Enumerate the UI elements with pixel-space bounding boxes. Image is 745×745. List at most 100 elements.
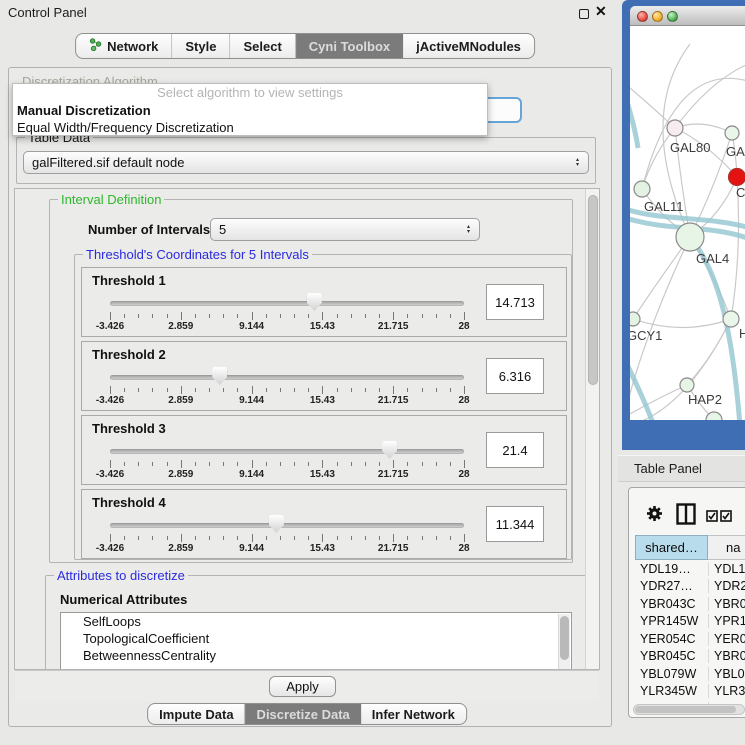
- table-data-combobox[interactable]: galFiltered.sif default node ▴▾: [23, 151, 589, 174]
- network-edge[interactable]: [633, 237, 690, 319]
- tab-cyni-toolbox[interactable]: Cyni Toolbox: [295, 34, 403, 58]
- panel-scrollbar-thumb[interactable]: [588, 195, 598, 385]
- cell-name[interactable]: YDR2: [708, 579, 745, 593]
- slider-handle[interactable]: [307, 293, 322, 311]
- network-edge-thick[interactable]: [630, 98, 638, 148]
- select-columns-a-icon[interactable]: [706, 509, 718, 527]
- minimize-traffic-light-icon[interactable]: [652, 11, 663, 22]
- table-row[interactable]: YPR145WYPR1: [635, 613, 745, 631]
- threshold-value-field[interactable]: 6.316: [486, 358, 544, 394]
- attribute-item-betweennesscentrality[interactable]: BetweennessCentrality: [61, 647, 571, 664]
- network-edge-thick[interactable]: [630, 358, 654, 420]
- tick-label: 28: [458, 321, 469, 332]
- network-node-GAL4[interactable]: [676, 223, 704, 251]
- network-node-red-node[interactable]: [729, 169, 745, 186]
- apply-button[interactable]: Apply: [269, 676, 336, 697]
- column-header-name[interactable]: na: [708, 535, 745, 560]
- table-row[interactable]: YDR27…YDR2: [635, 578, 745, 596]
- cell-name[interactable]: YBL0: [708, 667, 745, 681]
- slider-handle[interactable]: [212, 367, 227, 385]
- tab-label: Infer Network: [372, 707, 455, 722]
- slider-handle[interactable]: [382, 441, 397, 459]
- cell-shared-name[interactable]: YPR145W: [635, 614, 708, 628]
- table-row[interactable]: YER054CYER0: [635, 630, 745, 648]
- tab-style[interactable]: Style: [171, 34, 229, 58]
- dropdown-option-manual-discretization[interactable]: Manual Discretization: [13, 102, 487, 119]
- cell-shared-name[interactable]: YDL19…: [635, 562, 708, 576]
- cell-shared-name[interactable]: YBL079W: [635, 667, 708, 681]
- horizontal-scrollbar[interactable]: [633, 704, 745, 715]
- table-row[interactable]: YLR345WYLR3: [635, 683, 745, 701]
- network-view-window[interactable]: GAL80GACGAL11GAL4GCY1HHAP2: [622, 0, 745, 450]
- list-scrollbar-thumb[interactable]: [560, 616, 569, 660]
- slider-track[interactable]: [110, 449, 464, 454]
- thresholds-group-label: Threshold's Coordinates for 5 Intervals: [83, 247, 312, 262]
- cell-name[interactable]: YLR3: [708, 684, 745, 698]
- cell-name[interactable]: YER0: [708, 632, 745, 646]
- cell-shared-name[interactable]: YBR043C: [635, 597, 708, 611]
- slider-handle[interactable]: [269, 515, 284, 533]
- cell-name[interactable]: YPR1: [708, 614, 745, 628]
- threshold-value-field[interactable]: 11.344: [486, 506, 544, 542]
- column-header-shared[interactable]: shared…: [635, 535, 708, 560]
- tab-label: jActiveMNodules: [416, 39, 521, 54]
- dropdown-hint-item[interactable]: Select algorithm to view settings: [13, 84, 487, 102]
- tab-select[interactable]: Select: [229, 34, 294, 58]
- column-layout-icon[interactable]: [676, 503, 696, 530]
- cell-name[interactable]: YBR0: [708, 597, 745, 611]
- slider-track[interactable]: [110, 301, 464, 306]
- tick-label: 9.144: [239, 543, 264, 554]
- network-edge[interactable]: [675, 64, 745, 128]
- tick-mark: [195, 388, 196, 392]
- cell-name[interactable]: YBR0: [708, 649, 745, 663]
- attribute-item-topologicalcoefficient[interactable]: TopologicalCoefficient: [61, 630, 571, 647]
- dropdown-option-equal-width-frequency-discretization[interactable]: Equal Width/Frequency Discretization: [13, 119, 487, 136]
- tab-discretize-data[interactable]: Discretize Data: [245, 704, 361, 724]
- horizontal-scrollbar-thumb[interactable]: [635, 706, 736, 713]
- cell-shared-name[interactable]: YER054C: [635, 632, 708, 646]
- numerical-attributes-list[interactable]: SelfLoopsTopologicalCoefficientBetweenne…: [60, 612, 572, 670]
- tick-label: 9.144: [239, 395, 264, 406]
- tick-mark: [450, 314, 451, 318]
- threshold-value-field[interactable]: 21.4: [486, 432, 544, 468]
- network-edge[interactable]: [687, 319, 731, 385]
- table-row[interactable]: YBR045CYBR0: [635, 648, 745, 666]
- tab-infer-network[interactable]: Infer Network: [361, 704, 466, 724]
- network-node-GCY1[interactable]: [630, 312, 640, 326]
- table-row[interactable]: YDL19…YDL1: [635, 560, 745, 578]
- tab-network[interactable]: Network: [76, 34, 171, 58]
- attribute-item-selfloops[interactable]: SelfLoops: [61, 613, 571, 630]
- threshold-value-field[interactable]: 14.713: [486, 284, 544, 320]
- table-row[interactable]: YBR043CYBR0: [635, 595, 745, 613]
- slider-track[interactable]: [110, 523, 464, 528]
- cell-name[interactable]: YDL1: [708, 562, 745, 576]
- float-window-icon[interactable]: [579, 9, 589, 19]
- tick-mark: [223, 388, 224, 392]
- zoom-traffic-light-icon[interactable]: [667, 11, 678, 22]
- network-edge[interactable]: [630, 84, 675, 128]
- network-node-GAL80[interactable]: [667, 120, 683, 136]
- network-node-H-partial[interactable]: [723, 311, 739, 327]
- cell-shared-name[interactable]: YLR345W: [635, 684, 708, 698]
- tick-mark: [322, 460, 323, 468]
- network-canvas[interactable]: GAL80GACGAL11GAL4GCY1HHAP2: [630, 26, 745, 420]
- settings-gear-icon[interactable]: [645, 504, 664, 528]
- tab-jactivemnodules[interactable]: jActiveMNodules: [403, 34, 534, 58]
- list-scrollbar[interactable]: [558, 614, 570, 670]
- network-node-GA-partial[interactable]: [725, 126, 739, 140]
- cell-shared-name[interactable]: YDR27…: [635, 579, 708, 593]
- tick-mark: [422, 536, 423, 540]
- network-window-titlebar[interactable]: [630, 6, 745, 26]
- slider-track[interactable]: [110, 375, 464, 380]
- panel-scrollbar[interactable]: [585, 189, 599, 669]
- network-node-HAP2[interactable]: [680, 378, 694, 392]
- close-icon[interactable]: ✕: [595, 3, 607, 20]
- cell-shared-name[interactable]: YBR045C: [635, 649, 708, 663]
- select-columns-b-icon[interactable]: [720, 509, 732, 527]
- close-traffic-light-icon[interactable]: [637, 11, 648, 22]
- table-row[interactable]: YBL079WYBL0: [635, 665, 745, 683]
- number-of-intervals-combobox[interactable]: 5 ▴▾: [210, 218, 480, 241]
- network-edge[interactable]: [633, 319, 731, 328]
- network-node-GAL11[interactable]: [634, 181, 650, 197]
- tab-impute-data[interactable]: Impute Data: [148, 704, 244, 724]
